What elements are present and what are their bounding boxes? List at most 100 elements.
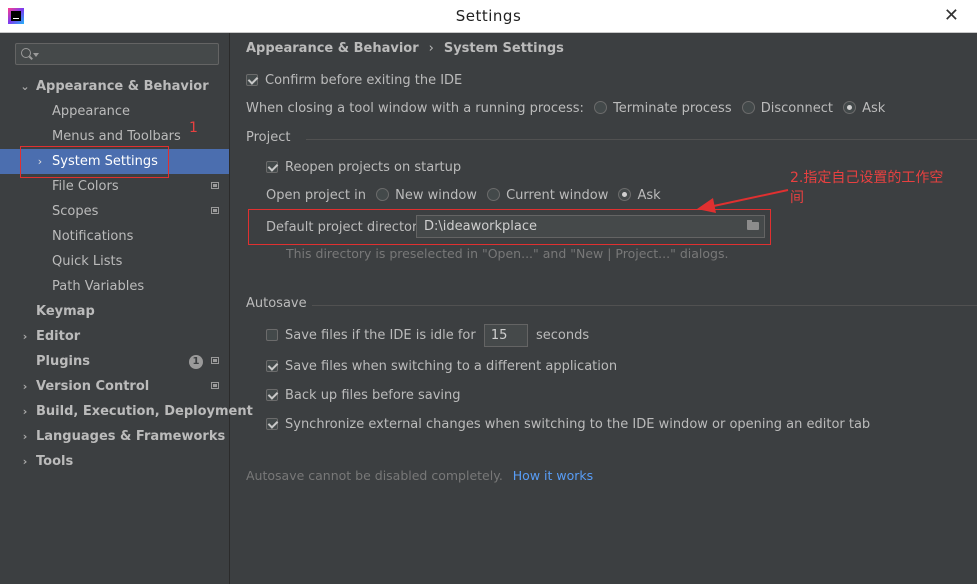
search-icon [21,48,31,58]
idle-seconds-input[interactable]: 15 [483,324,528,347]
sidebar-item-path-variables[interactable]: Path Variables [0,274,229,299]
ask-radio[interactable] [843,101,857,114]
disconnect-label[interactable]: Disconnect [761,101,833,116]
new-window-label[interactable]: New window [395,188,477,203]
sidebar-item-label: Quick Lists [52,254,123,269]
sync-external-label: Synchronize external changes when switch… [285,417,871,432]
open-ask-radio[interactable] [618,188,632,201]
chevron-right-icon: › [22,380,28,393]
expand-down-icon: ⌄ [20,80,30,93]
default-dir-hint: This directory is preselected in "Open..… [286,246,729,261]
sidebar-item-label: Editor [36,329,81,344]
project-level-icon [211,207,219,214]
close-icon[interactable]: ✕ [944,5,959,26]
closing-process-label: When closing a tool window with a runnin… [246,101,584,116]
save-idle-checkbox[interactable] [266,329,278,341]
sidebar-item-tools[interactable]: › Tools [0,449,229,474]
project-level-icon [211,357,219,364]
sidebar-item-build-execution-deployment[interactable]: › Build, Execution, Deployment [0,399,253,424]
annotation-arrow [697,189,789,213]
project-level-icon [211,182,219,189]
sync-external-checkbox[interactable] [266,418,278,430]
breadcrumb-current: System Settings [443,41,564,56]
idle-seconds-unit: seconds [536,328,590,343]
sidebar-item-keymap[interactable]: Keymap [0,299,229,324]
backup-files-row[interactable]: Back up files before saving [266,388,461,403]
search-input[interactable] [15,43,219,65]
autosave-note: Autosave cannot be disabled completely. [246,468,503,483]
save-idle-label: Save files if the IDE is idle for [285,328,476,343]
breadcrumb-separator: › [428,41,434,56]
save-on-switch-checkbox[interactable] [266,360,278,372]
disconnect-radio[interactable] [741,101,755,114]
breadcrumb-parent: Appearance & Behavior [246,41,419,56]
annotation-marker-1: 1 [189,120,198,136]
sidebar-item-label: Keymap [36,304,95,319]
autosave-section-header: Autosave [246,296,977,316]
settings-sidebar: ⌄ Appearance & Behavior Appearance Menus… [0,33,253,584]
annotation-box-system-settings [20,146,169,178]
backup-files-label: Back up files before saving [285,388,461,403]
how-it-works-link[interactable]: How it works [513,468,593,483]
sidebar-item-label: Build, Execution, Deployment [36,404,253,419]
open-project-in-label: Open project in [266,188,366,203]
sidebar-item-languages-frameworks[interactable]: › Languages & Frameworks [0,424,229,449]
current-window-label[interactable]: Current window [506,188,608,203]
sidebar-item-plugins[interactable]: Plugins 1 [0,349,229,374]
sidebar-item-label: Path Variables [52,279,145,294]
title-bar: Settings ✕ [0,0,977,33]
autosave-section-title: Autosave [246,296,307,311]
window-title: Settings [455,7,522,25]
sidebar-item-scopes[interactable]: Scopes [0,199,229,224]
closing-process-row: When closing a tool window with a runnin… [246,101,885,116]
annotation-marker-2: 2.指定自己设置的工作空 间 [790,168,943,208]
sidebar-item-label: Scopes [52,204,99,219]
sidebar-item-version-control[interactable]: › Version Control [0,374,229,399]
breadcrumb: Appearance & Behavior › System Settings [246,41,564,56]
terminate-process-label[interactable]: Terminate process [613,101,732,116]
sidebar-item-label: Appearance & Behavior [36,79,209,94]
confirm-exit-checkbox[interactable] [246,74,258,86]
annotation-box-default-dir [248,209,771,245]
chevron-right-icon: › [22,330,28,343]
save-idle-row: Save files if the IDE is idle for 15 sec… [266,324,589,347]
open-ask-label[interactable]: Ask [637,188,660,203]
sidebar-item-label: Languages & Frameworks [36,429,226,444]
settings-content: Appearance & Behavior › System Settings Co… [230,33,977,584]
section-divider [306,139,977,140]
sidebar-item-appearance-behavior[interactable]: ⌄ Appearance & Behavior [0,74,229,99]
section-divider [312,305,977,306]
confirm-exit-label: Confirm before exiting the IDE [265,73,463,88]
current-window-radio[interactable] [487,188,501,201]
sidebar-item-label: Version Control [36,379,150,394]
open-project-in-row: Open project in New window Current windo… [266,188,661,203]
sidebar-item-label: Appearance [52,104,131,119]
chevron-down-icon [33,53,39,57]
backup-files-checkbox[interactable] [266,389,278,401]
sync-external-row[interactable]: Synchronize external changes when switch… [266,417,870,432]
reopen-projects-label: Reopen projects on startup [285,160,462,175]
autosave-footer: Autosave cannot be disabled completely. … [246,468,593,483]
sidebar-item-notifications[interactable]: Notifications [0,224,229,249]
confirm-exit-row[interactable]: Confirm before exiting the IDE [246,73,462,88]
sidebar-item-editor[interactable]: › Editor [0,324,229,349]
reopen-projects-checkbox[interactable] [266,161,278,173]
reopen-projects-row[interactable]: Reopen projects on startup [266,160,461,175]
chevron-right-icon: › [22,405,28,418]
chevron-right-icon: › [22,430,28,443]
project-section-header: Project [246,130,977,150]
sidebar-item-quick-lists[interactable]: Quick Lists [0,249,229,274]
annotation-marker-2-line1: 2.指定自己设置的工作空 [790,170,944,186]
project-section-title: Project [246,130,291,145]
sidebar-item-label: Plugins [36,354,90,369]
save-on-switch-row[interactable]: Save files when switching to a different… [266,359,617,374]
chevron-right-icon: › [22,455,28,468]
project-level-icon [211,382,219,389]
save-on-switch-label: Save files when switching to a different… [285,359,618,374]
new-window-radio[interactable] [376,188,390,201]
plugins-update-badge: 1 [189,355,203,369]
terminate-process-radio[interactable] [594,101,608,114]
annotation-marker-2-line2: 间 [790,190,804,206]
sidebar-item-label: Notifications [52,229,134,244]
ask-label[interactable]: Ask [862,101,885,116]
